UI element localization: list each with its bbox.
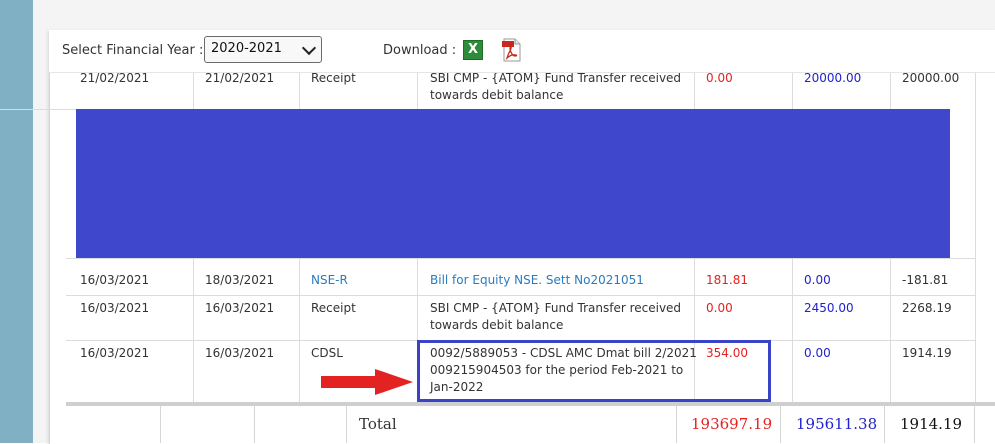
- row-value-date: 16/03/2021: [205, 301, 275, 315]
- row-type: Receipt: [311, 301, 356, 315]
- financial-year-select[interactable]: 2020-2021: [204, 36, 322, 63]
- row-description-link[interactable]: Bill for Equity NSE. Sett No2021051: [430, 272, 644, 289]
- row-type: CDSL: [311, 346, 343, 360]
- totals-row: Total 193697.19 195611.38 1914.19: [66, 402, 995, 443]
- row-type-link[interactable]: NSE-R: [311, 272, 348, 289]
- pdf-icon[interactable]: [501, 38, 523, 62]
- row-date: 16/03/2021: [80, 301, 150, 315]
- totals-debit: 193697.19: [691, 415, 773, 433]
- row-description-line2: towards debit balance: [430, 88, 564, 102]
- chevron-down-icon: [301, 40, 317, 56]
- row-date: 16/03/2021: [80, 346, 150, 360]
- row-balance: 1914.19: [902, 346, 952, 360]
- row-description-line2: towards debit balance: [430, 318, 564, 332]
- row-balance: -181.81: [902, 273, 949, 287]
- row-credit: 2450.00: [804, 301, 854, 315]
- column-divider: [975, 72, 976, 402]
- redacted-block: [76, 109, 950, 258]
- totals-credit: 195611.38: [796, 415, 878, 433]
- row-date: 16/03/2021: [80, 273, 150, 287]
- financial-year-label: Select Financial Year :: [62, 43, 204, 58]
- toolbar: Select Financial Year : 2020-2021 Downlo…: [49, 30, 995, 73]
- totals-label: Total: [359, 415, 397, 433]
- red-arrow-icon: [321, 369, 413, 395]
- totals-cell: [254, 406, 347, 443]
- totals-cell: [66, 406, 161, 443]
- row-value-date: 18/03/2021: [205, 273, 275, 287]
- highlight-box: [417, 340, 771, 402]
- totals-balance: 1914.19: [900, 415, 963, 433]
- left-sidebar-strip: [0, 0, 33, 443]
- row-description: SBI CMP - {ATOM} Fund Transfer received: [430, 301, 682, 315]
- row-credit: 0.00: [804, 273, 831, 287]
- row-value-date: 16/03/2021: [205, 346, 275, 360]
- row-debit: 0.00: [706, 301, 733, 315]
- row-balance: 2268.19: [902, 301, 952, 315]
- download-label: Download :: [383, 43, 457, 58]
- row-debit: 181.81: [706, 273, 748, 287]
- excel-icon-glyph: X: [467, 42, 479, 57]
- excel-icon[interactable]: X: [463, 40, 483, 60]
- row-credit: 0.00: [804, 346, 831, 360]
- financial-year-value: 2020-2021: [211, 41, 282, 56]
- totals-cell: [160, 406, 255, 443]
